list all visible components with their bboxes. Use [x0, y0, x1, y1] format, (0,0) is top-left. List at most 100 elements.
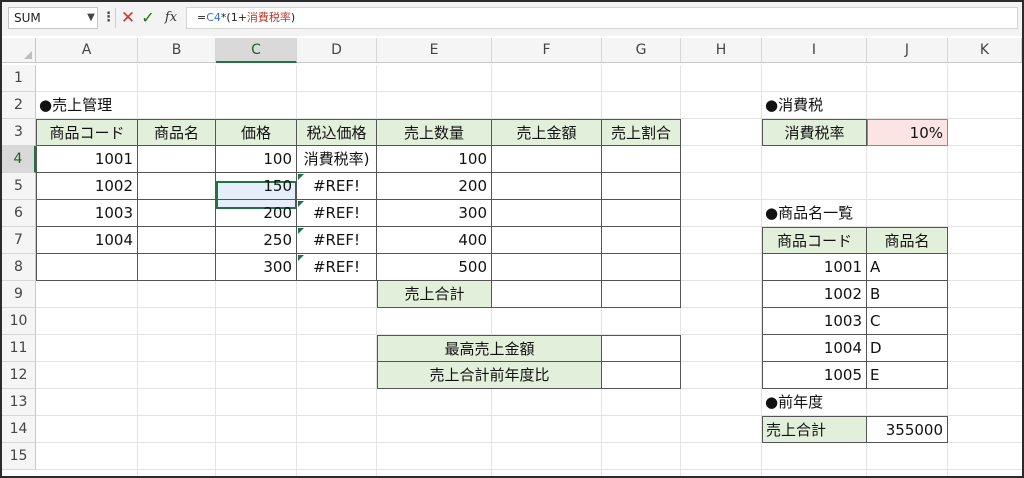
sales-product-name-cell[interactable]: [138, 173, 216, 200]
row-header-15[interactable]: 15: [2, 443, 36, 470]
column-header-b[interactable]: B: [138, 38, 216, 63]
error-indicator-icon[interactable]: [298, 228, 304, 234]
yoy-value-cell[interactable]: [602, 362, 681, 389]
prev-year-total-value[interactable]: 355000: [867, 416, 948, 443]
sales-header-cell[interactable]: 売上数量: [377, 119, 492, 146]
sales-tax-price-cell[interactable]: 消費税率): [297, 146, 377, 173]
sales-price-cell[interactable]: 100: [216, 146, 297, 173]
sales-header-cell[interactable]: 価格: [216, 119, 297, 146]
products-name-cell[interactable]: B: [867, 281, 948, 308]
max-sales-label[interactable]: 最高売上金額: [377, 335, 602, 362]
error-indicator-icon[interactable]: [298, 201, 304, 207]
row-header-6[interactable]: 6: [2, 200, 36, 227]
row-header-5[interactable]: 5: [2, 173, 36, 200]
row-header-9[interactable]: 9: [2, 281, 36, 308]
sales-amount-cell[interactable]: [492, 146, 602, 173]
sales-price-cell[interactable]: 300: [216, 254, 297, 281]
products-header-cell[interactable]: 商品コード: [762, 227, 867, 254]
sales-qty-cell[interactable]: 200: [377, 173, 492, 200]
sales-tax-price-cell[interactable]: #REF!: [297, 227, 377, 254]
prev-year-total-label[interactable]: 売上合計: [762, 416, 867, 443]
tax-rate-value[interactable]: 10%: [867, 119, 948, 146]
row-header-2[interactable]: 2: [2, 92, 36, 119]
chevron-down-icon[interactable]: ▼: [84, 7, 98, 29]
products-name-cell[interactable]: E: [867, 362, 948, 389]
sales-product-name-cell[interactable]: [138, 200, 216, 227]
column-header-a[interactable]: A: [36, 38, 138, 63]
row-header-10[interactable]: 10: [2, 308, 36, 335]
sales-tax-price-cell[interactable]: #REF!: [297, 200, 377, 227]
products-name-cell[interactable]: D: [867, 335, 948, 362]
sales-total-amount-cell[interactable]: [492, 281, 602, 308]
column-header-f[interactable]: F: [492, 38, 602, 63]
sales-qty-cell[interactable]: 400: [377, 227, 492, 254]
sales-code-cell[interactable]: 1001: [36, 146, 138, 173]
products-code-cell[interactable]: 1005: [762, 362, 867, 389]
sales-tax-price-cell[interactable]: #REF!: [297, 254, 377, 281]
yoy-label[interactable]: 売上合計前年度比: [377, 362, 602, 389]
row-header-12[interactable]: 12: [2, 362, 36, 389]
sales-code-cell[interactable]: [36, 254, 138, 281]
sales-header-cell[interactable]: 売上割合: [602, 119, 681, 146]
sales-header-cell[interactable]: 売上金額: [492, 119, 602, 146]
products-header-cell[interactable]: 商品名: [867, 227, 948, 254]
sales-qty-cell[interactable]: 500: [377, 254, 492, 281]
enter-check-icon[interactable]: ✓: [139, 7, 157, 29]
row-header-11[interactable]: 11: [2, 335, 36, 362]
sales-ratio-cell[interactable]: [602, 254, 681, 281]
row-header-7[interactable]: 7: [2, 227, 36, 254]
row-header-4[interactable]: 4: [2, 146, 36, 173]
column-header-j[interactable]: J: [867, 38, 948, 63]
sales-ratio-cell[interactable]: [602, 146, 681, 173]
worksheet-grid[interactable]: ABCDEFGHIJK 1 2 3 4 5 6 7 8 9 10 11 12 13 14 15 ●売上管理商…: [2, 36, 1022, 476]
sales-total-label[interactable]: 売上合計: [377, 281, 492, 308]
products-code-cell[interactable]: 1004: [762, 335, 867, 362]
sales-ratio-cell[interactable]: [602, 200, 681, 227]
row-header-3[interactable]: 3: [2, 119, 36, 146]
products-code-cell[interactable]: 1002: [762, 281, 867, 308]
tax-rate-label[interactable]: 消費税率: [762, 119, 867, 146]
products-name-cell[interactable]: C: [867, 308, 948, 335]
row-header-1[interactable]: 1: [2, 65, 36, 92]
sales-code-cell[interactable]: 1004: [36, 227, 138, 254]
sales-code-cell[interactable]: 1002: [36, 173, 138, 200]
sales-amount-cell[interactable]: [492, 227, 602, 254]
column-header-d[interactable]: D: [297, 38, 377, 63]
products-code-cell[interactable]: 1003: [762, 308, 867, 335]
sales-ratio-cell[interactable]: [602, 227, 681, 254]
sales-amount-cell[interactable]: [492, 173, 602, 200]
sales-tax-price-cell[interactable]: #REF!: [297, 173, 377, 200]
more-options-icon[interactable]: ⋮: [102, 7, 115, 29]
sales-qty-cell[interactable]: 300: [377, 200, 492, 227]
error-indicator-icon[interactable]: [298, 255, 304, 261]
column-header-g[interactable]: G: [602, 38, 681, 63]
formula-input[interactable]: =C4*(1+消費税率): [186, 7, 1018, 29]
sales-product-name-cell[interactable]: [138, 254, 216, 281]
max-sales-value-cell[interactable]: [602, 335, 681, 362]
sales-price-cell[interactable]: 250: [216, 227, 297, 254]
sales-header-cell[interactable]: 商品名: [138, 119, 216, 146]
column-header-e[interactable]: E: [377, 38, 492, 63]
sales-product-name-cell[interactable]: [138, 146, 216, 173]
row-header-14[interactable]: 14: [2, 416, 36, 443]
sales-code-cell[interactable]: 1003: [36, 200, 138, 227]
sales-qty-cell[interactable]: 100: [377, 146, 492, 173]
column-header-i[interactable]: I: [762, 38, 867, 63]
cancel-icon[interactable]: ✕: [119, 7, 137, 29]
sales-price-cell[interactable]: 200: [216, 200, 297, 227]
column-header-k[interactable]: K: [948, 38, 1022, 63]
sales-header-cell[interactable]: 商品コード: [36, 119, 138, 146]
error-indicator-icon[interactable]: [298, 174, 304, 180]
column-header-c[interactable]: C: [216, 38, 297, 63]
row-header-8[interactable]: 8: [2, 254, 36, 281]
products-name-cell[interactable]: A: [867, 254, 948, 281]
products-code-cell[interactable]: 1001: [762, 254, 867, 281]
sales-amount-cell[interactable]: [492, 254, 602, 281]
row-header-13[interactable]: 13: [2, 389, 36, 416]
sales-ratio-cell[interactable]: [602, 173, 681, 200]
sales-amount-cell[interactable]: [492, 200, 602, 227]
sales-price-cell[interactable]: 150: [216, 173, 297, 200]
select-all-corner[interactable]: [2, 38, 36, 63]
sales-product-name-cell[interactable]: [138, 227, 216, 254]
column-header-h[interactable]: H: [681, 38, 762, 63]
